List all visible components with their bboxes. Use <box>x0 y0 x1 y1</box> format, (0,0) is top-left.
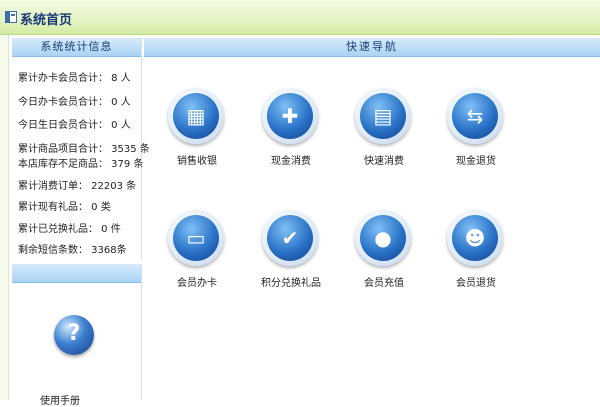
nav-cash-return[interactable]: ⇆ 现金退货 <box>435 88 517 192</box>
stats-panel-header: 系统统计信息 <box>12 38 141 57</box>
member-return-icon: ☻ <box>452 215 498 261</box>
stat-sms-remaining: 剩余短信条数： 3368条 <box>18 245 127 256</box>
window-icon <box>5 11 17 23</box>
return-cards-icon: ⇆ <box>452 93 498 139</box>
stat-today-members: 今日办卡会员合计： 0 人 <box>18 97 131 108</box>
nav-member-card[interactable]: ▭ 会员办卡 <box>156 210 238 314</box>
stat-gifts-available: 累计现有礼品： 0 类 <box>18 202 111 213</box>
help-panel: ? <box>12 264 142 400</box>
help-panel-header <box>12 264 141 283</box>
stat-today-birthdays: 今日生日会员合计： 0 人 <box>18 120 131 131</box>
cash-register-icon: ▦ <box>173 93 219 139</box>
stat-total-orders: 累计消费订单： 22203 条 <box>18 181 137 192</box>
nav-member-recharge[interactable]: ● 会员充值 <box>343 210 425 314</box>
nav-cash-consumption[interactable]: ✚ 现金消费 <box>250 88 332 192</box>
nav-member-return[interactable]: ☻ 会员退货 <box>435 210 517 314</box>
card-stack-icon: ▤ <box>360 93 406 139</box>
nav-points-exchange[interactable]: ✔ 积分兑换礼品 <box>250 210 332 314</box>
page-title: 系统首页 <box>20 13 73 28</box>
coins-icon: ● <box>360 215 406 261</box>
quick-nav-panel: 快速导航 ▦ 销售收银 ✚ 现金消费 ▤ 快速消费 ⇆ 现金退货 ▭ 会员办卡 … <box>144 38 600 400</box>
stats-panel: 系统统计信息 累计办卡会员合计： 8 人 今日办卡会员合计： 0 人 今日生日会… <box>12 38 150 260</box>
quick-nav-header: 快速导航 <box>144 38 600 57</box>
stat-low-stock: 本店库存不足商品： 379 条 <box>18 159 144 170</box>
question-icon[interactable]: ? <box>54 315 94 355</box>
gift-exchange-icon: ✔ <box>267 215 313 261</box>
left-edge-strip <box>0 35 9 400</box>
member-card-icon: ▭ <box>173 215 219 261</box>
gift-box-icon: ✚ <box>267 93 313 139</box>
title-bar: 系统首页 <box>0 0 600 35</box>
nav-sales-checkout[interactable]: ▦ 销售收银 <box>156 88 238 192</box>
stat-total-members: 累计办卡会员合计： 8 人 <box>18 73 131 84</box>
stat-total-products: 累计商品项目合计： 3535 条 <box>18 144 150 155</box>
nav-quick-consumption[interactable]: ▤ 快速消费 <box>343 88 425 192</box>
stat-gifts-redeemed: 累计已兑换礼品： 0 件 <box>18 224 121 235</box>
